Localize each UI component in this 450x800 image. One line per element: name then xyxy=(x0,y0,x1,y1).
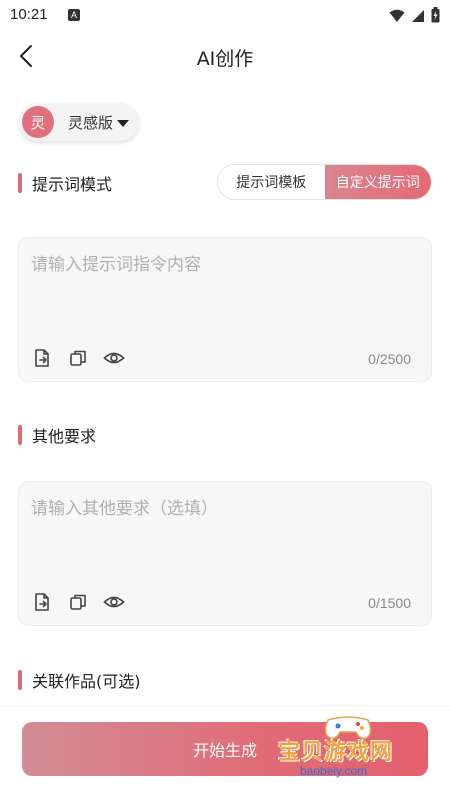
battery-icon xyxy=(431,7,440,27)
watermark-text: 宝贝游戏网 xyxy=(278,740,394,765)
status-bar: 10:21 A xyxy=(0,0,450,32)
section-title: 关联作品(可选) xyxy=(32,672,141,691)
version-label: 灵感版 xyxy=(68,113,114,132)
section-title: 提示词模式 xyxy=(32,175,113,194)
preview-eye-icon[interactable] xyxy=(103,591,125,613)
import-file-icon[interactable] xyxy=(31,347,53,369)
signal-icon xyxy=(411,8,425,27)
wifi-icon xyxy=(389,8,405,27)
prompt-toolbar xyxy=(31,347,125,369)
other-input-box: 0/1500 xyxy=(18,481,432,626)
char-counter: 0/1500 xyxy=(368,595,411,611)
import-file-icon[interactable] xyxy=(31,591,53,613)
status-icons xyxy=(389,7,440,27)
section-title: 其他要求 xyxy=(32,427,97,446)
watermark-url: baobeiy.com xyxy=(300,764,368,778)
copy-icon[interactable] xyxy=(67,591,89,613)
prompt-mode-heading: 提示词模式 xyxy=(18,171,112,195)
page-title: AI创作 xyxy=(196,48,254,70)
related-works-heading[interactable]: 关联作品(可选) xyxy=(18,668,141,692)
char-counter: 0/2500 xyxy=(368,351,411,367)
watermark-logo: 宝贝游戏网 baobeiy.com xyxy=(276,712,426,790)
copy-icon[interactable] xyxy=(67,347,89,369)
notification-icon: A xyxy=(68,9,80,21)
section-accent-bar xyxy=(18,425,22,445)
mode-option-custom[interactable]: 自定义提示词 xyxy=(324,165,431,199)
version-selector[interactable]: 灵 灵感版 xyxy=(19,103,139,141)
other-toolbar xyxy=(31,591,125,613)
section-accent-bar xyxy=(18,670,22,690)
version-avatar: 灵 xyxy=(22,106,54,138)
prompt-mode-toggle: 提示词模板 自定义提示词 xyxy=(217,164,432,200)
prompt-input[interactable] xyxy=(31,250,419,330)
prompt-input-box: 0/2500 xyxy=(18,237,432,382)
section-accent-bar xyxy=(18,173,22,193)
footer-divider xyxy=(0,705,450,706)
app-header: AI创作 xyxy=(0,32,450,84)
status-time: 10:21 xyxy=(10,6,48,23)
other-requirements-input[interactable] xyxy=(31,494,419,574)
other-requirements-heading: 其他要求 xyxy=(18,423,96,447)
caret-down-icon xyxy=(117,113,130,132)
preview-eye-icon[interactable] xyxy=(103,347,125,369)
mode-option-template[interactable]: 提示词模板 xyxy=(218,165,325,199)
